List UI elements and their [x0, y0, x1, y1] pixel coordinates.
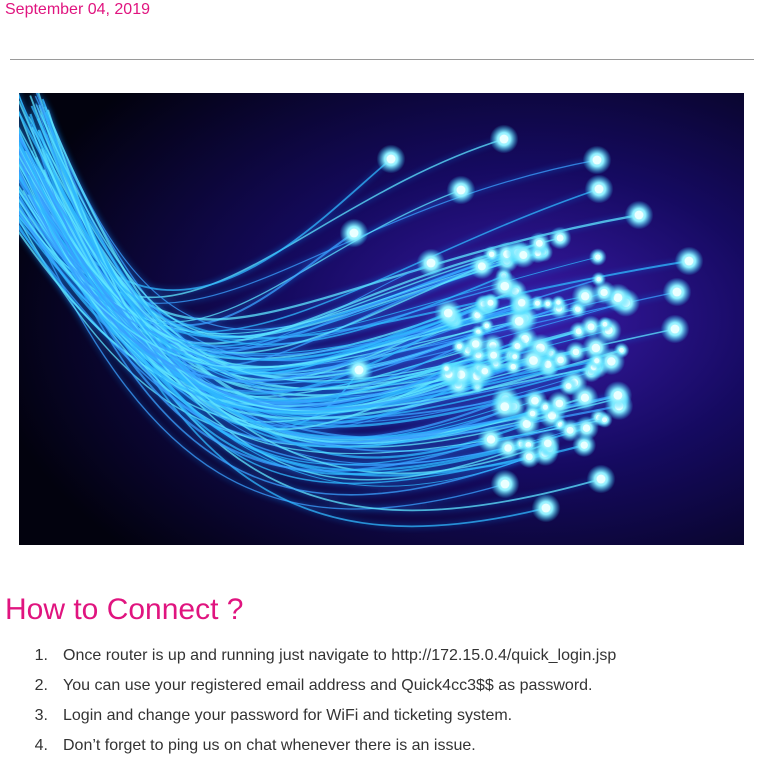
step-number: 4. — [34, 737, 48, 754]
step-text: Once router is up and running just navig… — [63, 647, 617, 664]
hero-image — [19, 93, 744, 545]
list-item: 2. You can use your registered email add… — [26, 674, 616, 704]
list-item: 1. Once router is up and running just na… — [26, 644, 617, 674]
step-number: 1. — [34, 647, 48, 664]
list-item: 4. Don’t forget to ping us on chat whene… — [26, 734, 616, 764]
post-date: September 04, 2019 — [5, 1, 150, 18]
section-heading: How to Connect ? — [5, 593, 244, 626]
step-text: Login and change your password for WiFi … — [63, 707, 513, 724]
list-item: 3. Login and change your password for Wi… — [26, 704, 616, 734]
step-number: 3. — [34, 707, 48, 724]
step-text: Don’t forget to ping us on chat whenever… — [63, 737, 476, 754]
step-text: You can use your registered email addres… — [63, 677, 593, 694]
divider — [10, 59, 754, 60]
fiber-optic-illustration — [19, 93, 744, 545]
step-number: 2. — [34, 677, 48, 694]
connect-steps-list: 1. Once router is up and running just na… — [26, 644, 617, 764]
